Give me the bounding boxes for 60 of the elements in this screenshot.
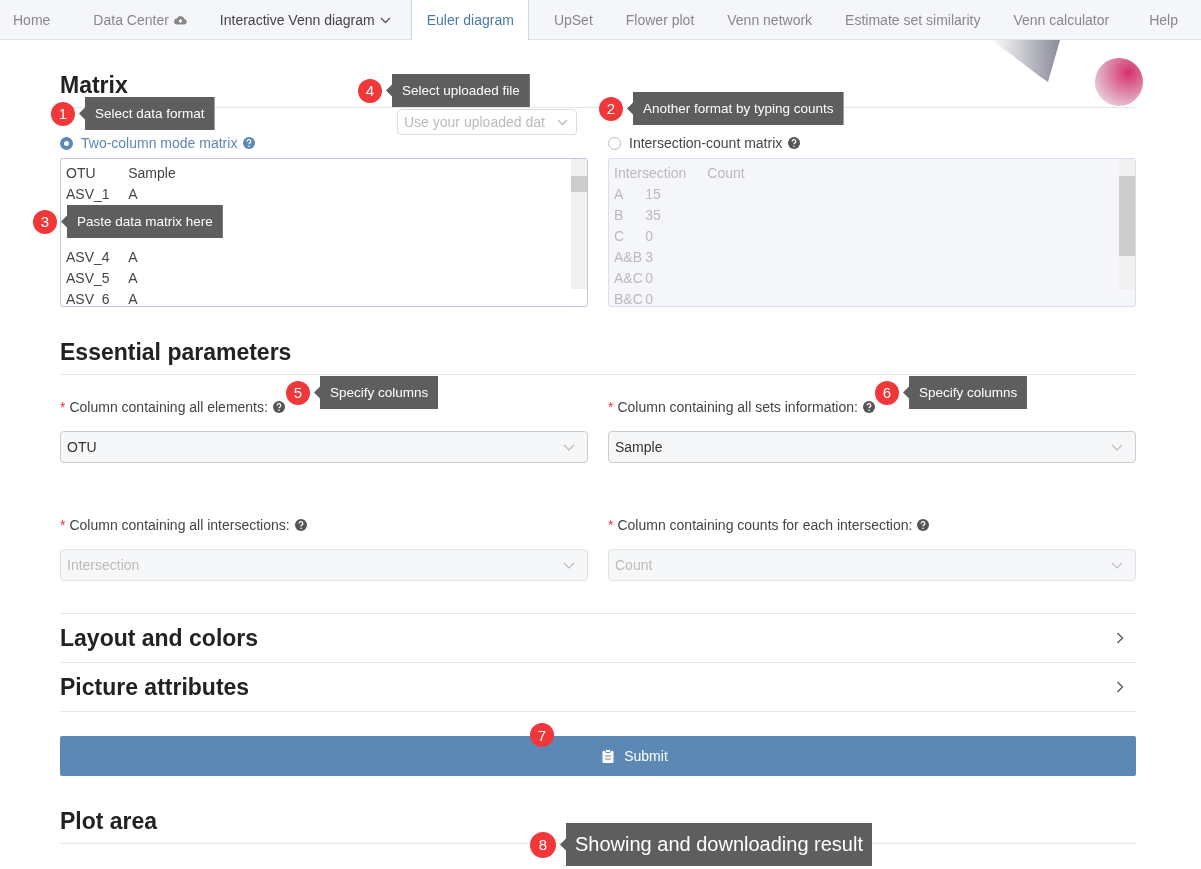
nav-tab[interactable]: Venn calculator xyxy=(1000,0,1130,40)
collapsible-header[interactable]: Layout and colors xyxy=(60,614,1136,663)
scrollbar[interactable] xyxy=(1119,159,1135,289)
tooltip: Select data format xyxy=(79,97,215,130)
nav-tab[interactable]: Help xyxy=(1136,0,1201,40)
step-number: 4 xyxy=(358,78,382,103)
help-icon[interactable] xyxy=(294,519,307,531)
clipboard-icon xyxy=(602,749,615,763)
step-number: 6 xyxy=(875,380,899,405)
nav-tab[interactable]: Euler diagram xyxy=(410,0,529,40)
required-mark: * xyxy=(608,517,614,533)
column-select[interactable]: OTU xyxy=(60,431,588,463)
nav-tab[interactable]: Home xyxy=(0,0,81,40)
field-label: Column containing all sets information: xyxy=(617,399,858,415)
help-icon[interactable] xyxy=(243,137,256,149)
tooltip: Specify columns xyxy=(903,376,1028,409)
select-placeholder: Use your uploaded dat xyxy=(404,114,545,130)
step-number: 3 xyxy=(33,209,57,234)
uploaded-file-select[interactable]: Use your uploaded dat xyxy=(397,109,577,135)
chevron-icon xyxy=(1111,443,1123,451)
nav-tab[interactable]: Interactive Venn diagram xyxy=(206,0,411,40)
radio-icon[interactable] xyxy=(60,136,73,150)
required-mark: * xyxy=(608,399,614,415)
help-icon[interactable] xyxy=(862,401,875,413)
collapsible-header[interactable]: Picture attributes xyxy=(60,663,1136,712)
nav-tab[interactable]: Data Center xyxy=(80,0,207,40)
help-icon[interactable] xyxy=(272,401,285,413)
help-icon[interactable] xyxy=(788,137,801,149)
step-number: 7 xyxy=(530,723,554,747)
section-title: Essential parameters xyxy=(60,307,1136,375)
chevron-icon xyxy=(1116,632,1124,644)
nav-tab[interactable]: UpSet xyxy=(540,0,613,40)
step-number: 8 xyxy=(530,831,556,858)
step-number: 2 xyxy=(599,96,623,121)
chevron-icon xyxy=(563,443,575,451)
tooltip: Another format by typing counts xyxy=(627,92,844,125)
help-icon[interactable] xyxy=(917,519,930,531)
required-mark: * xyxy=(60,517,66,533)
caret-icon xyxy=(379,16,391,24)
chevron-icon xyxy=(557,118,568,126)
chevron-icon xyxy=(1111,561,1123,569)
tooltip: Specify columns xyxy=(314,376,439,409)
tooltip: Select uploaded file xyxy=(386,74,530,107)
chevron-icon xyxy=(563,561,575,569)
tooltip: Paste data matrix here xyxy=(61,205,223,238)
required-mark: * xyxy=(60,399,66,415)
chevron-icon xyxy=(1116,681,1124,693)
tooltip: Showing and downloading result xyxy=(560,823,872,866)
field-label: Column containing counts for each intersection: xyxy=(617,517,913,533)
field-label: Column containing all elements: xyxy=(69,399,268,415)
step-number: 1 xyxy=(51,101,75,126)
nav-tab[interactable]: Flower plot xyxy=(612,0,715,40)
nav-tab[interactable]: Venn network xyxy=(714,0,833,40)
scrollbar[interactable] xyxy=(571,159,587,289)
field-label: Column containing all intersections: xyxy=(69,517,290,533)
step-number: 5 xyxy=(286,380,310,405)
column-select[interactable]: Sample xyxy=(608,431,1136,463)
cloud-icon xyxy=(173,15,187,25)
avatar xyxy=(1095,58,1143,106)
nav-tab[interactable]: Estimate set similarity xyxy=(832,0,1001,40)
